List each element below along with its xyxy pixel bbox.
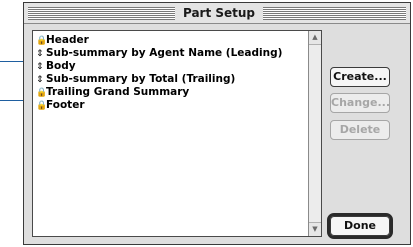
title-bar[interactable]: Part Setup bbox=[24, 3, 410, 24]
parts-list[interactable]: 🔒Header ⇕ Sub-summary by Agent Name (Lead… bbox=[32, 30, 322, 237]
title-bar-stripes-left bbox=[28, 7, 175, 20]
done-button[interactable]: Done bbox=[330, 216, 390, 236]
part-label: Header bbox=[46, 34, 89, 46]
list-item-sub-summary-total[interactable]: ⇕ Sub-summary by Total (Trailing) bbox=[36, 73, 235, 86]
part-label: Sub-summary by Agent Name (Leading) bbox=[46, 47, 283, 59]
create-button[interactable]: Create... bbox=[330, 67, 390, 87]
scroll-up-arrow-icon[interactable]: ▲ bbox=[309, 31, 321, 45]
delete-button[interactable]: Delete bbox=[330, 120, 390, 140]
title-bar-stripes-right bbox=[263, 7, 406, 20]
list-item-header[interactable]: 🔒Header bbox=[36, 34, 89, 47]
part-label: Body bbox=[46, 60, 76, 72]
list-item-footer[interactable]: 🔒Footer bbox=[36, 99, 85, 112]
scroll-down-arrow-icon[interactable]: ▼ bbox=[309, 222, 321, 236]
dialog-title: Part Setup bbox=[175, 4, 263, 23]
part-setup-dialog: Part Setup 🔒Header ⇕ Sub-summary by Agent… bbox=[23, 2, 411, 245]
list-item-trailing-grand-summary[interactable]: 🔒Trailing Grand Summary bbox=[36, 86, 189, 99]
list-item-body[interactable]: ⇕ Body bbox=[36, 60, 76, 73]
part-label: Sub-summary by Total (Trailing) bbox=[46, 73, 236, 85]
part-label: Trailing Grand Summary bbox=[46, 86, 190, 98]
list-scrollbar[interactable]: ▲ ▼ bbox=[308, 31, 321, 236]
change-button[interactable]: Change... bbox=[330, 93, 390, 113]
list-item-sub-summary-agent[interactable]: ⇕ Sub-summary by Agent Name (Leading) bbox=[36, 47, 282, 60]
lock-icon: 🔒 bbox=[36, 101, 48, 111]
part-label: Footer bbox=[46, 99, 85, 111]
